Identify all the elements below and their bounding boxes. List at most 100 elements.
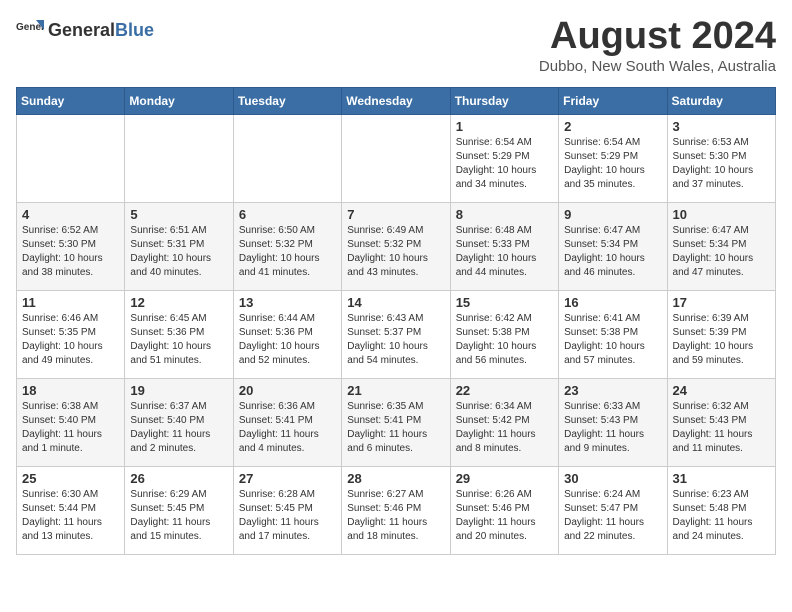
day-header-thursday: Thursday bbox=[450, 87, 558, 114]
calendar-week-2: 4 Sunrise: 6:52 AM Sunset: 5:30 PM Daylig… bbox=[17, 202, 776, 290]
cell-day-number: 1 bbox=[456, 119, 553, 134]
cell-info: Sunrise: 6:43 AM Sunset: 5:37 PM Dayligh… bbox=[347, 312, 444, 368]
cell-day-number: 20 bbox=[239, 383, 336, 398]
cell-day-number: 23 bbox=[564, 383, 661, 398]
cell-info: Sunrise: 6:47 AM Sunset: 5:34 PM Dayligh… bbox=[673, 224, 770, 280]
cell-day-number: 28 bbox=[347, 471, 444, 486]
cell-day-number: 6 bbox=[239, 207, 336, 222]
calendar-cell: 22 Sunrise: 6:34 AM Sunset: 5:42 PM Dayli… bbox=[450, 378, 558, 466]
cell-info: Sunrise: 6:54 AM Sunset: 5:29 PM Dayligh… bbox=[564, 136, 661, 192]
calendar-cell: 2 Sunrise: 6:54 AM Sunset: 5:29 PM Daylig… bbox=[559, 114, 667, 202]
calendar-cell: 10 Sunrise: 6:47 AM Sunset: 5:34 PM Dayli… bbox=[667, 202, 775, 290]
day-header-tuesday: Tuesday bbox=[233, 87, 341, 114]
cell-day-number: 31 bbox=[673, 471, 770, 486]
cell-info: Sunrise: 6:38 AM Sunset: 5:40 PM Dayligh… bbox=[22, 400, 119, 456]
cell-day-number: 18 bbox=[22, 383, 119, 398]
cell-day-number: 3 bbox=[673, 119, 770, 134]
calendar-cell bbox=[233, 114, 341, 202]
calendar-cell: 21 Sunrise: 6:35 AM Sunset: 5:41 PM Dayli… bbox=[342, 378, 450, 466]
calendar-cell: 7Sunrise: 6:49 AM Sunset: 5:32 PM Daylig… bbox=[342, 202, 450, 290]
page-subtitle: Dubbo, New South Wales, Australia bbox=[539, 58, 776, 75]
logo-blue-text: Blue bbox=[115, 20, 154, 40]
calendar-header-row: SundayMondayTuesdayWednesdayThursdayFrid… bbox=[17, 87, 776, 114]
cell-info: Sunrise: 6:29 AM Sunset: 5:45 PM Dayligh… bbox=[130, 488, 227, 544]
calendar-week-4: 18 Sunrise: 6:38 AM Sunset: 5:40 PM Dayli… bbox=[17, 378, 776, 466]
cell-day-number: 22 bbox=[456, 383, 553, 398]
calendar-cell: 3 Sunrise: 6:53 AM Sunset: 5:30 PM Daylig… bbox=[667, 114, 775, 202]
cell-day-number: 9 bbox=[564, 207, 661, 222]
page-title: August 2024 bbox=[539, 16, 776, 58]
calendar-cell: 4 Sunrise: 6:52 AM Sunset: 5:30 PM Daylig… bbox=[17, 202, 125, 290]
calendar-cell: 26 Sunrise: 6:29 AM Sunset: 5:45 PM Dayli… bbox=[125, 466, 233, 554]
title-section: August 2024 Dubbo, New South Wales, Aust… bbox=[539, 16, 776, 75]
cell-day-number: 5 bbox=[130, 207, 227, 222]
cell-day-number: 17 bbox=[673, 295, 770, 310]
cell-day-number: 10 bbox=[673, 207, 770, 222]
cell-info: Sunrise: 6:34 AM Sunset: 5:42 PM Dayligh… bbox=[456, 400, 553, 456]
cell-info: Sunrise: 6:53 AM Sunset: 5:30 PM Dayligh… bbox=[673, 136, 770, 192]
calendar-cell: 28 Sunrise: 6:27 AM Sunset: 5:46 PM Dayli… bbox=[342, 466, 450, 554]
cell-day-number: 12 bbox=[130, 295, 227, 310]
cell-info: Sunrise: 6:37 AM Sunset: 5:40 PM Dayligh… bbox=[130, 400, 227, 456]
cell-info: Sunrise: 6:46 AM Sunset: 5:35 PM Dayligh… bbox=[22, 312, 119, 368]
calendar-cell: 12Sunrise: 6:45 AM Sunset: 5:36 PM Dayli… bbox=[125, 290, 233, 378]
calendar-week-5: 25Sunrise: 6:30 AM Sunset: 5:44 PM Dayli… bbox=[17, 466, 776, 554]
cell-day-number: 21 bbox=[347, 383, 444, 398]
cell-day-number: 29 bbox=[456, 471, 553, 486]
cell-info: Sunrise: 6:44 AM Sunset: 5:36 PM Dayligh… bbox=[239, 312, 336, 368]
day-header-sunday: Sunday bbox=[17, 87, 125, 114]
cell-day-number: 24 bbox=[673, 383, 770, 398]
cell-info: Sunrise: 6:23 AM Sunset: 5:48 PM Dayligh… bbox=[673, 488, 770, 544]
calendar-body: 1 Sunrise: 6:54 AM Sunset: 5:29 PM Daylig… bbox=[17, 114, 776, 554]
day-header-wednesday: Wednesday bbox=[342, 87, 450, 114]
calendar-cell: 31 Sunrise: 6:23 AM Sunset: 5:48 PM Dayli… bbox=[667, 466, 775, 554]
cell-info: Sunrise: 6:27 AM Sunset: 5:46 PM Dayligh… bbox=[347, 488, 444, 544]
cell-day-number: 13 bbox=[239, 295, 336, 310]
calendar-cell: 11 Sunrise: 6:46 AM Sunset: 5:35 PM Dayli… bbox=[17, 290, 125, 378]
calendar-cell: 8 Sunrise: 6:48 AM Sunset: 5:33 PM Daylig… bbox=[450, 202, 558, 290]
calendar-cell: 29 Sunrise: 6:26 AM Sunset: 5:46 PM Dayli… bbox=[450, 466, 558, 554]
calendar-cell: 23Sunrise: 6:33 AM Sunset: 5:43 PM Dayli… bbox=[559, 378, 667, 466]
cell-info: Sunrise: 6:36 AM Sunset: 5:41 PM Dayligh… bbox=[239, 400, 336, 456]
cell-day-number: 4 bbox=[22, 207, 119, 222]
calendar-cell: 19 Sunrise: 6:37 AM Sunset: 5:40 PM Dayli… bbox=[125, 378, 233, 466]
calendar-cell: 9 Sunrise: 6:47 AM Sunset: 5:34 PM Daylig… bbox=[559, 202, 667, 290]
day-header-monday: Monday bbox=[125, 87, 233, 114]
calendar-cell: 30Sunrise: 6:24 AM Sunset: 5:47 PM Dayli… bbox=[559, 466, 667, 554]
calendar-cell bbox=[125, 114, 233, 202]
calendar-cell: 15Sunrise: 6:42 AM Sunset: 5:38 PM Dayli… bbox=[450, 290, 558, 378]
calendar-cell: 6 Sunrise: 6:50 AM Sunset: 5:32 PM Daylig… bbox=[233, 202, 341, 290]
cell-info: Sunrise: 6:54 AM Sunset: 5:29 PM Dayligh… bbox=[456, 136, 553, 192]
logo-general-text: General bbox=[48, 20, 115, 40]
calendar-cell: 20 Sunrise: 6:36 AM Sunset: 5:41 PM Dayli… bbox=[233, 378, 341, 466]
calendar-cell: 18 Sunrise: 6:38 AM Sunset: 5:40 PM Dayli… bbox=[17, 378, 125, 466]
cell-info: Sunrise: 6:30 AM Sunset: 5:44 PM Dayligh… bbox=[22, 488, 119, 544]
day-header-friday: Friday bbox=[559, 87, 667, 114]
cell-info: Sunrise: 6:26 AM Sunset: 5:46 PM Dayligh… bbox=[456, 488, 553, 544]
cell-day-number: 8 bbox=[456, 207, 553, 222]
logo-icon: General bbox=[16, 16, 44, 44]
cell-info: Sunrise: 6:35 AM Sunset: 5:41 PM Dayligh… bbox=[347, 400, 444, 456]
calendar-cell: 25Sunrise: 6:30 AM Sunset: 5:44 PM Dayli… bbox=[17, 466, 125, 554]
cell-day-number: 14 bbox=[347, 295, 444, 310]
cell-info: Sunrise: 6:52 AM Sunset: 5:30 PM Dayligh… bbox=[22, 224, 119, 280]
cell-day-number: 11 bbox=[22, 295, 119, 310]
calendar-cell: 5Sunrise: 6:51 AM Sunset: 5:31 PM Daylig… bbox=[125, 202, 233, 290]
cell-day-number: 15 bbox=[456, 295, 553, 310]
cell-info: Sunrise: 6:47 AM Sunset: 5:34 PM Dayligh… bbox=[564, 224, 661, 280]
calendar-cell: 13 Sunrise: 6:44 AM Sunset: 5:36 PM Dayli… bbox=[233, 290, 341, 378]
calendar-week-3: 11 Sunrise: 6:46 AM Sunset: 5:35 PM Dayli… bbox=[17, 290, 776, 378]
cell-day-number: 30 bbox=[564, 471, 661, 486]
calendar-cell: 24 Sunrise: 6:32 AM Sunset: 5:43 PM Dayli… bbox=[667, 378, 775, 466]
cell-info: Sunrise: 6:48 AM Sunset: 5:33 PM Dayligh… bbox=[456, 224, 553, 280]
cell-day-number: 2 bbox=[564, 119, 661, 134]
calendar-cell: 17Sunrise: 6:39 AM Sunset: 5:39 PM Dayli… bbox=[667, 290, 775, 378]
calendar-table: SundayMondayTuesdayWednesdayThursdayFrid… bbox=[16, 87, 776, 555]
cell-info: Sunrise: 6:50 AM Sunset: 5:32 PM Dayligh… bbox=[239, 224, 336, 280]
calendar-cell: 16Sunrise: 6:41 AM Sunset: 5:38 PM Dayli… bbox=[559, 290, 667, 378]
day-header-saturday: Saturday bbox=[667, 87, 775, 114]
cell-info: Sunrise: 6:32 AM Sunset: 5:43 PM Dayligh… bbox=[673, 400, 770, 456]
cell-day-number: 19 bbox=[130, 383, 227, 398]
cell-day-number: 26 bbox=[130, 471, 227, 486]
page-header: General GeneralBlue August 2024 Dubbo, N… bbox=[16, 16, 776, 75]
